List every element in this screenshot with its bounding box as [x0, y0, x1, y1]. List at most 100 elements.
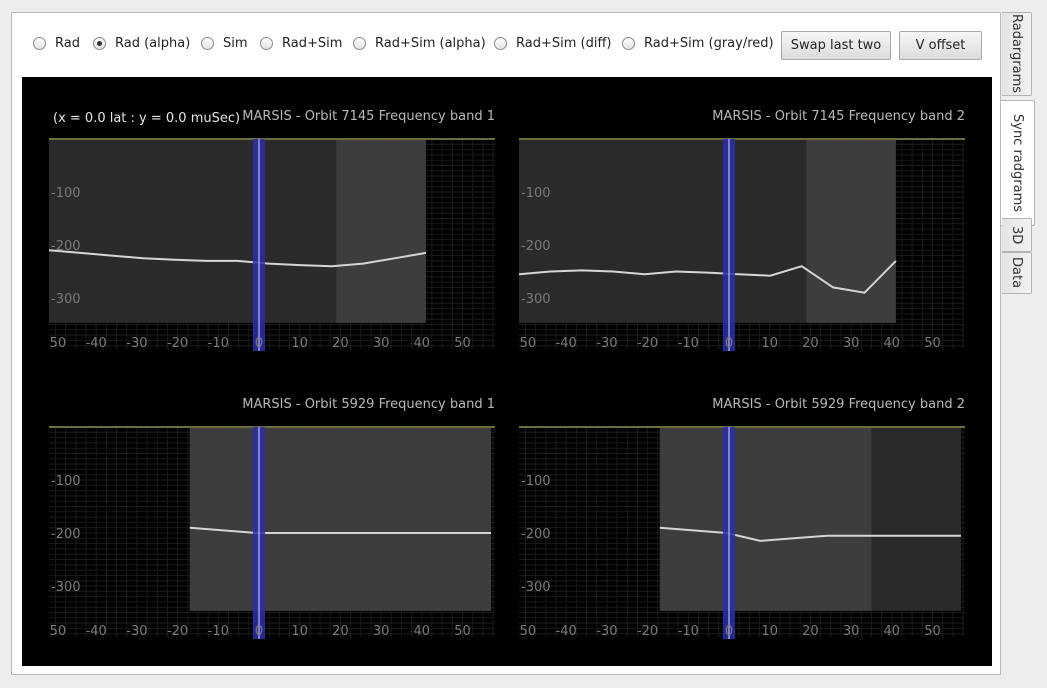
y-tick-label: -300: [51, 580, 81, 595]
x-tick-label: 0: [255, 336, 263, 351]
x-tick-label: 0: [725, 624, 733, 639]
radio-rad-sim-gray-red[interactable]: Rad+Sim (gray/red): [622, 36, 774, 51]
radargram-panel[interactable]: -100-200-300-50-40-30-20-1001020304050 M…: [519, 109, 965, 359]
y-tick-label: -300: [521, 292, 551, 307]
radargram-plot[interactable]: -100-200-300-50-40-30-20-1001020304050: [49, 399, 495, 647]
radar-bright-region: [659, 428, 872, 611]
coordinate-readout: (x = 0.0 lat : y = 0.0 muSec): [53, 111, 241, 126]
x-tick-label: 50: [454, 624, 471, 639]
radio-circle[interactable]: [353, 37, 366, 50]
y-tick-label: -100: [51, 474, 81, 489]
x-tick-label: -10: [678, 336, 699, 351]
x-tick-label: -50: [49, 336, 66, 351]
radargram-title: MARSIS - Orbit 7145 Frequency band 2: [712, 109, 965, 124]
x-tick-label: 10: [291, 336, 308, 351]
radio-label: Rad+Sim (alpha): [375, 36, 486, 51]
radargram-panel[interactable]: -100-200-300-50-40-30-20-1001020304050 M…: [519, 397, 965, 647]
x-tick-label: 40: [414, 624, 431, 639]
radargram-canvas[interactable]: -100-200-300-50-40-30-20-1001020304050 M…: [22, 77, 992, 666]
tab-label: 3D: [1009, 225, 1024, 245]
radio-circle[interactable]: [201, 37, 214, 50]
radar-bright-region: [336, 140, 426, 323]
x-tick-label: -30: [126, 336, 147, 351]
x-tick-label: 20: [332, 336, 349, 351]
tab-sync-radgrams[interactable]: Sync radgrams: [1001, 100, 1035, 226]
y-tick-label: -200: [521, 239, 551, 254]
x-tick-label: -50: [519, 624, 536, 639]
radio-rad-alpha[interactable]: Rad (alpha): [93, 36, 190, 51]
v-offset-button[interactable]: V offset: [899, 31, 982, 60]
radio-label: Sim: [223, 36, 248, 51]
radargram-title: MARSIS - Orbit 5929 Frequency band 2: [712, 397, 965, 412]
radio-rad[interactable]: Rad: [33, 36, 80, 51]
radio-rad-sim-alpha[interactable]: Rad+Sim (alpha): [353, 36, 486, 51]
x-tick-label: -30: [596, 336, 617, 351]
y-tick-label: -300: [51, 292, 81, 307]
x-tick-label: 40: [884, 336, 901, 351]
y-tick-label: -100: [521, 186, 551, 201]
x-tick-label: 20: [332, 624, 349, 639]
radio-label: Rad+Sim: [282, 36, 343, 51]
x-tick-label: -40: [86, 624, 107, 639]
x-tick-label: -50: [519, 336, 536, 351]
toolbar: Rad Rad (alpha) Sim Rad+Sim Rad+Sim (alp…: [33, 31, 993, 61]
x-tick-label: -40: [86, 336, 107, 351]
radio-label: Rad (alpha): [115, 36, 191, 51]
y-tick-label: -100: [521, 474, 551, 489]
x-tick-label: -30: [126, 624, 147, 639]
radar-bright-region: [806, 140, 896, 323]
radio-rad-sim[interactable]: Rad+Sim: [260, 36, 342, 51]
radar-bright-region: [189, 428, 491, 611]
radargram-title: MARSIS - Orbit 7145 Frequency band 1: [242, 109, 495, 124]
x-tick-label: -10: [208, 624, 229, 639]
x-tick-label: 10: [291, 624, 308, 639]
radargram-plot[interactable]: -100-200-300-50-40-30-20-1001020304050: [519, 399, 965, 647]
radio-sim[interactable]: Sim: [201, 36, 248, 51]
tab-3d[interactable]: 3D: [1002, 218, 1032, 252]
tab-data[interactable]: Data: [1002, 252, 1032, 294]
radio-circle[interactable]: [33, 37, 46, 50]
radio-label: Rad+Sim (diff): [516, 36, 612, 51]
x-tick-label: 20: [802, 336, 819, 351]
tab-label: Sync radgrams: [1010, 113, 1025, 213]
radio-label: Rad+Sim (gray/red): [644, 36, 774, 51]
x-tick-label: 30: [843, 624, 860, 639]
y-tick-label: -300: [521, 580, 551, 595]
x-tick-label: -30: [596, 624, 617, 639]
radio-circle[interactable]: [93, 37, 106, 50]
radargram-plot[interactable]: -100-200-300-50-40-30-20-1001020304050: [49, 111, 495, 359]
x-tick-label: 50: [924, 336, 941, 351]
x-tick-label: -20: [637, 336, 658, 351]
radio-circle[interactable]: [494, 37, 507, 50]
y-tick-label: -100: [51, 186, 81, 201]
x-tick-label: 30: [373, 336, 390, 351]
x-tick-label: -40: [556, 336, 577, 351]
radargram-plot[interactable]: -100-200-300-50-40-30-20-1001020304050: [519, 111, 965, 359]
x-tick-label: 30: [843, 336, 860, 351]
x-tick-label: 0: [725, 336, 733, 351]
x-tick-label: -20: [637, 624, 658, 639]
radio-circle[interactable]: [260, 37, 273, 50]
radio-rad-sim-diff[interactable]: Rad+Sim (diff): [494, 36, 611, 51]
y-tick-label: -200: [51, 527, 81, 542]
x-tick-label: -10: [208, 336, 229, 351]
radio-circle[interactable]: [622, 37, 635, 50]
x-tick-label: -10: [678, 624, 699, 639]
tab-radargrams[interactable]: Radargrams: [1002, 12, 1032, 96]
x-tick-label: -20: [167, 336, 188, 351]
x-tick-label: 40: [884, 624, 901, 639]
y-tick-label: -200: [521, 527, 551, 542]
tab-label: Data: [1009, 257, 1024, 289]
x-tick-label: 50: [454, 336, 471, 351]
x-tick-label: -40: [556, 624, 577, 639]
x-tick-label: 20: [802, 624, 819, 639]
x-tick-label: 40: [414, 336, 431, 351]
x-tick-label: 10: [761, 624, 778, 639]
radargram-panel[interactable]: -100-200-300-50-40-30-20-1001020304050 M…: [49, 109, 495, 359]
swap-last-two-button[interactable]: Swap last two: [781, 31, 891, 60]
radio-label: Rad: [55, 36, 80, 51]
radargram-panel[interactable]: -100-200-300-50-40-30-20-1001020304050 M…: [49, 397, 495, 647]
tab-label: Radargrams: [1009, 14, 1024, 94]
x-tick-label: 50: [924, 624, 941, 639]
y-tick-label: -200: [51, 239, 81, 254]
